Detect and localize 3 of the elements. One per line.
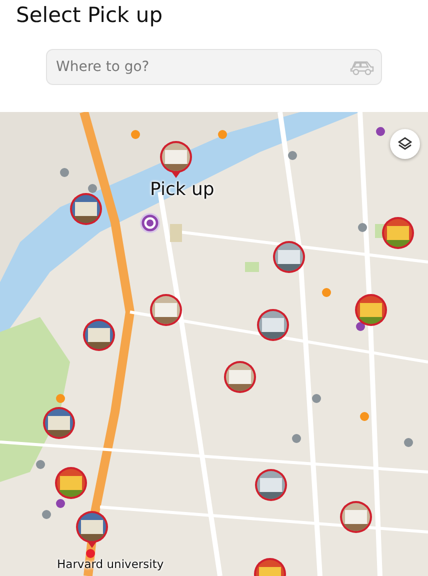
search-field[interactable]: Where to go? bbox=[46, 49, 382, 85]
map-label: Pick up bbox=[150, 179, 214, 200]
page-title: Select Pick up bbox=[15, 2, 164, 29]
